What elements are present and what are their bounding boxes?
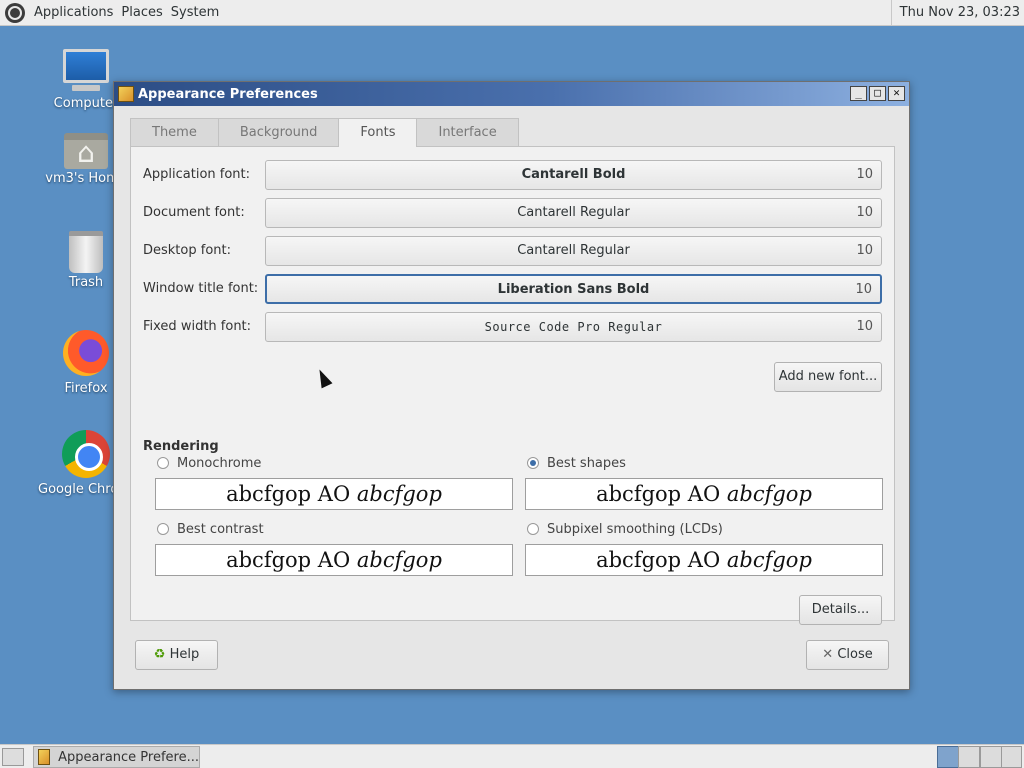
sample-text-regular: abcfgop AO [596, 482, 727, 506]
minimize-button[interactable]: _ [850, 86, 867, 101]
close-icon: ✕ [822, 647, 834, 662]
fonts-tab-page: Application font: Cantarell Bold 10 Docu… [130, 146, 895, 625]
sample-text-italic: abcfgop [356, 548, 442, 572]
sample-text-regular: abcfgop AO [226, 482, 357, 506]
close-button[interactable]: ✕ Close [806, 640, 889, 670]
sample-text-italic: abcfgop [726, 482, 812, 506]
sample-monochrome[interactable]: abcfgop AO abcfgop [155, 478, 513, 510]
close-window-button[interactable]: ✕ [888, 86, 905, 101]
font-row-desktop: Desktop font: Cantarell Regular 10 [143, 236, 883, 266]
font-size: 10 [856, 319, 873, 334]
window-title-font-button[interactable]: Liberation Sans Bold 10 [265, 274, 882, 304]
radio-monochrome[interactable]: Monochrome [157, 454, 261, 472]
desktop-font-button[interactable]: Cantarell Regular 10 [265, 236, 882, 266]
radio-button[interactable] [527, 523, 539, 535]
tab-fonts[interactable]: Fonts [338, 118, 418, 147]
font-size: 10 [856, 167, 873, 182]
radio-best-shapes[interactable]: Best shapes [527, 454, 626, 472]
help-button-label: Help [169, 647, 200, 662]
help-icon: ♻ [153, 647, 166, 662]
window-title: Appearance Preferences [138, 86, 318, 102]
clock[interactable]: Thu Nov 23, 03:23 [890, 0, 1024, 26]
font-row-document: Document font: Cantarell Regular 10 [143, 198, 883, 228]
application-font-button[interactable]: Cantarell Bold 10 [265, 160, 882, 190]
font-name: Source Code Pro Regular [484, 320, 663, 334]
workspace-3[interactable] [980, 746, 1002, 768]
radio-button[interactable] [157, 457, 169, 469]
add-new-font-button[interactable]: Add new font... [774, 362, 882, 392]
menu-system[interactable]: System [167, 5, 223, 20]
rendering-section-title: Rendering [143, 439, 219, 454]
font-label: Application font: [143, 167, 251, 182]
sample-text-italic: abcfgop [356, 482, 442, 506]
taskbar-item-appearance[interactable]: Appearance Prefere... [33, 746, 200, 768]
trash-icon [69, 231, 103, 273]
font-row-application: Application font: Cantarell Bold 10 [143, 160, 883, 190]
radio-button[interactable] [527, 457, 539, 469]
show-desktop-button[interactable] [2, 748, 24, 766]
fixed-width-font-button[interactable]: Source Code Pro Regular 10 [265, 312, 882, 342]
computer-icon [63, 49, 109, 91]
font-name: Cantarell Bold [521, 167, 626, 182]
sample-text-regular: abcfgop AO [596, 548, 727, 572]
distro-logo-icon[interactable] [5, 2, 25, 23]
font-label: Window title font: [143, 281, 259, 296]
sample-text-regular: abcfgop AO [226, 548, 357, 572]
tab-interface[interactable]: Interface [416, 118, 519, 146]
font-name: Cantarell Regular [517, 243, 630, 258]
tab-bar: Theme Background Fonts Interface [130, 118, 519, 147]
font-name: Cantarell Regular [517, 205, 630, 220]
radio-label: Best shapes [547, 455, 626, 471]
radio-label: Best contrast [177, 521, 264, 537]
appearance-app-icon [38, 749, 51, 765]
radio-button[interactable] [157, 523, 169, 535]
maximize-button[interactable]: □ [869, 86, 886, 101]
workspace-1[interactable] [937, 746, 959, 768]
close-button-label: Close [837, 647, 873, 662]
sample-text-italic: abcfgop [726, 548, 812, 572]
workspace-4[interactable] [1001, 746, 1022, 768]
tab-theme[interactable]: Theme [130, 118, 219, 146]
bottom-taskbar: Appearance Prefere... [0, 744, 1024, 768]
chrome-icon [62, 430, 110, 478]
sample-subpixel-smoothing[interactable]: abcfgop AO abcfgop [525, 544, 883, 576]
font-name: Liberation Sans Bold [497, 282, 650, 297]
preferences-notebook: Theme Background Fonts Interface Applica… [130, 118, 895, 625]
font-size: 10 [856, 243, 873, 258]
sample-best-shapes[interactable]: abcfgop AO abcfgop [525, 478, 883, 510]
font-size: 10 [855, 282, 872, 297]
window-titlebar[interactable]: Appearance Preferences _ □ ✕ [114, 82, 909, 106]
font-label: Desktop font: [143, 243, 231, 258]
home-folder-icon [64, 133, 108, 169]
radio-subpixel-smoothing[interactable]: Subpixel smoothing (LCDs) [527, 520, 723, 538]
help-button[interactable]: ♻ Help [135, 640, 218, 670]
font-size: 10 [856, 205, 873, 220]
font-label: Document font: [143, 205, 245, 220]
font-row-window-title: Window title font: Liberation Sans Bold … [143, 274, 883, 304]
font-label: Fixed width font: [143, 319, 252, 334]
font-row-fixed-width: Fixed width font: Source Code Pro Regula… [143, 312, 883, 342]
radio-label: Monochrome [177, 455, 262, 471]
firefox-icon [63, 330, 109, 376]
appearance-app-icon [118, 86, 134, 102]
taskbar-item-label: Appearance Prefere... [58, 749, 199, 765]
details-button[interactable]: Details... [799, 595, 882, 625]
menu-places[interactable]: Places [117, 5, 166, 20]
document-font-button[interactable]: Cantarell Regular 10 [265, 198, 882, 228]
tab-background[interactable]: Background [217, 118, 340, 146]
radio-label: Subpixel smoothing (LCDs) [547, 521, 723, 537]
radio-best-contrast[interactable]: Best contrast [157, 520, 264, 538]
top-panel: Applications Places System Thu Nov 23, 0… [0, 0, 1024, 26]
workspace-2[interactable] [958, 746, 980, 768]
menu-applications[interactable]: Applications [30, 5, 117, 20]
appearance-preferences-window: Appearance Preferences _ □ ✕ Theme Backg… [113, 81, 910, 690]
sample-best-contrast[interactable]: abcfgop AO abcfgop [155, 544, 513, 576]
